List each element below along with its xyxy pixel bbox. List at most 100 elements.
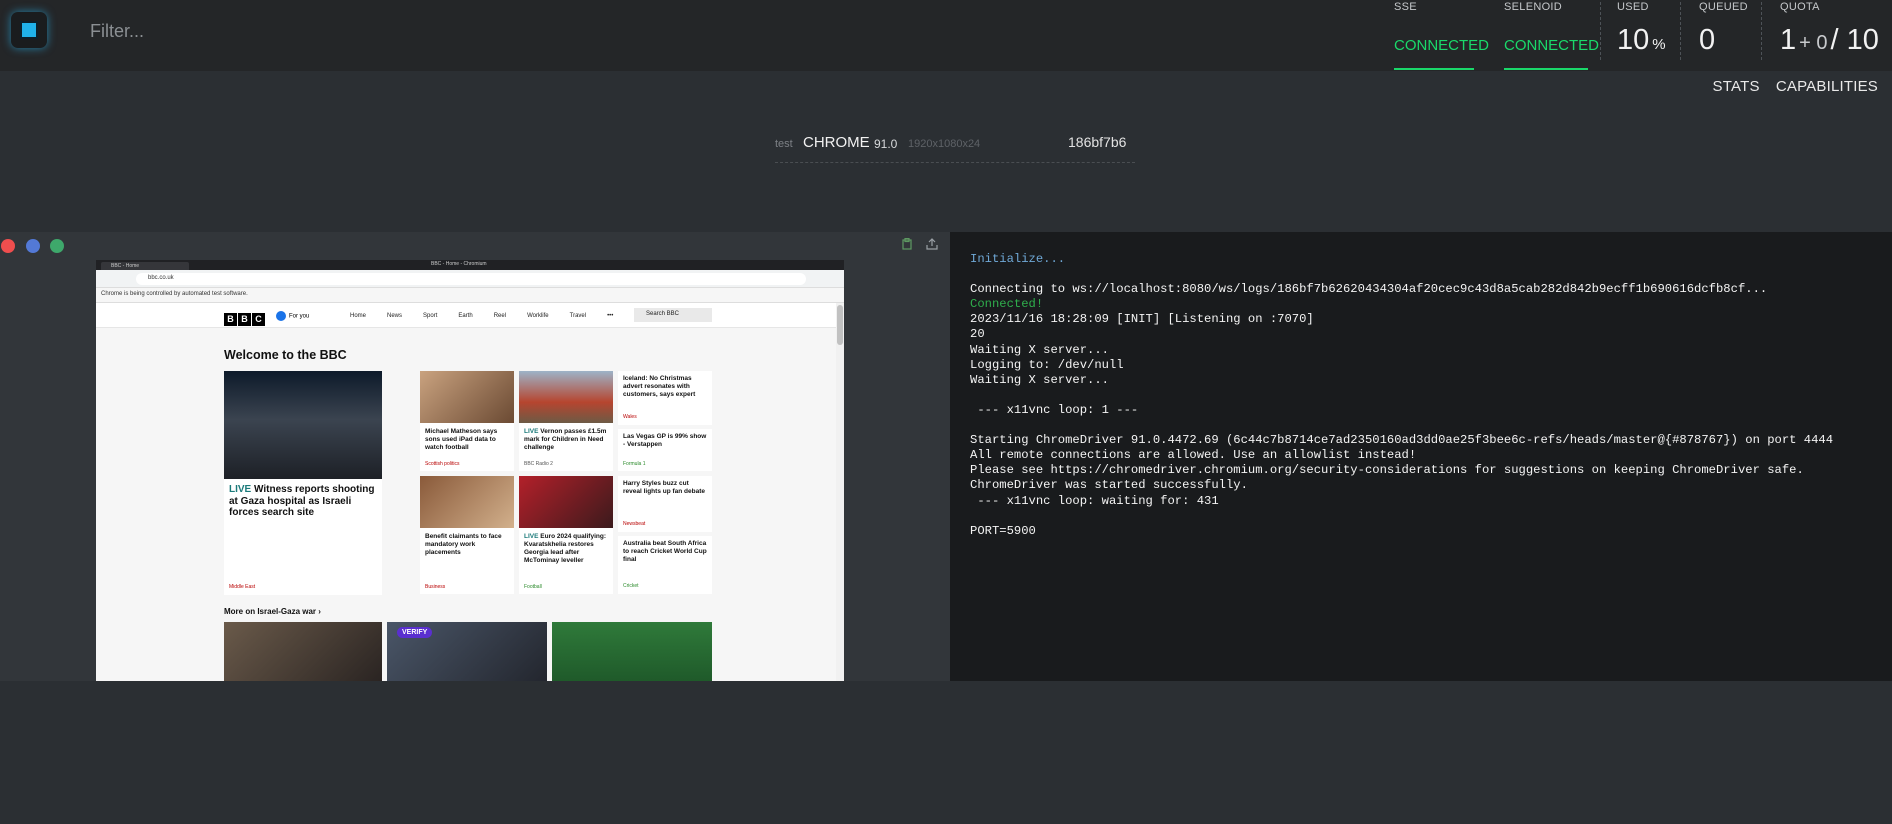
queued-value: 0 (1699, 24, 1716, 56)
sse-underline (1394, 68, 1474, 70)
parliament-card[interactable] (552, 622, 712, 681)
story-image (519, 371, 613, 423)
clipboard-icon[interactable] (902, 237, 912, 253)
log-output: Initialize... Connecting to ws://localho… (970, 252, 1833, 539)
used-unit: % (1652, 36, 1666, 53)
main-story-card[interactable]: LIVE Witness reports shooting at Gaza ho… (224, 371, 382, 595)
log-line: --- x11vnc loop: waiting for: 431 (970, 493, 1219, 508)
for-you-label: For you (289, 313, 310, 320)
browser-urlbar: bbc.co.uk (96, 270, 844, 288)
story-title: Michael Matheson says sons used iPad dat… (425, 428, 498, 451)
story-tag: Football (524, 584, 542, 590)
scrollbar-thumb[interactable] (837, 305, 843, 345)
story-card[interactable]: Michael Matheson says sons used iPad dat… (420, 371, 514, 471)
welcome-heading: Welcome to the BBC (224, 348, 347, 362)
story-tag: Newsbeat (623, 521, 646, 527)
logo-square-icon (20, 21, 38, 39)
quota-current: 1 (1780, 24, 1797, 56)
log-line: Initialize... (970, 252, 1066, 266)
story-tag: Middle East (229, 584, 256, 590)
story-tag: BBC Radio 2 (524, 461, 553, 467)
sub-nav: STATS CAPABILITIES (1701, 78, 1878, 95)
user-icon (276, 311, 286, 321)
close-dot-icon[interactable] (1, 239, 15, 253)
live-badge: LIVE (524, 428, 539, 435)
more-link[interactable]: ••• (607, 313, 613, 319)
quota-label: QUOTA (1780, 1, 1820, 13)
divider (1680, 2, 1681, 60)
story-card[interactable]: Harry Styles buzz cut reveal lights up f… (618, 476, 712, 532)
log-line: Waiting X server... (970, 372, 1109, 387)
nav-link[interactable]: Reel (494, 313, 506, 319)
selenoid-status: SELENOID CONNECTED (1504, 0, 1599, 71)
selenoid-underline (1504, 68, 1588, 70)
sse-value: CONNECTED (1394, 37, 1490, 54)
verify-card[interactable]: VERIFY (387, 622, 547, 681)
nav-link[interactable]: News (387, 313, 402, 319)
used-number: 10 (1617, 24, 1650, 56)
main-story-title: LIVE Witness reports shooting at Gaza ho… (229, 484, 379, 519)
session-browser: CHROME (803, 134, 870, 151)
log-line: Connected! (970, 297, 1044, 312)
filter-input[interactable] (90, 18, 690, 44)
browser-titlebar: BBC - Home BBC - Home - Chromium (96, 260, 844, 270)
story-title: Harry Styles buzz cut reveal lights up f… (623, 480, 705, 495)
log-panel: Initialize... Connecting to ws://localho… (950, 232, 1892, 681)
log-line: --- x11vnc loop: 1 --- (970, 402, 1139, 417)
sse-label: SSE (1394, 1, 1417, 13)
for-you-link[interactable]: For you (276, 311, 309, 321)
story-title: LIVE Vernon passes £1.5m mark for Childr… (524, 428, 610, 452)
log-line: Logging to: /dev/null (970, 357, 1124, 372)
log-line: ChromeDriver was started successfully. (970, 478, 1248, 493)
story-card[interactable]: Benefit claimants to face mandatory work… (420, 476, 514, 594)
stats-link[interactable]: STATS (1713, 78, 1760, 95)
used-label: USED (1617, 1, 1649, 13)
story-card[interactable]: LIVE Euro 2024 qualifying: Kvaratskhelia… (519, 476, 613, 594)
url-text: bbc.co.uk (148, 275, 174, 281)
nav-link[interactable]: Worklife (527, 313, 549, 319)
story-image (420, 371, 514, 423)
log-line: Starting ChromeDriver 91.0.4472.69 (6c44… (970, 433, 1834, 448)
story-title: Las Vegas GP is 99% show - Verstappen (623, 433, 707, 448)
upload-icon[interactable] (926, 238, 938, 253)
bbc-header: BBC For you Home News Sport Earth Reel Workli… (96, 303, 836, 328)
minimize-dot-icon[interactable] (26, 239, 40, 253)
top-bar: SSE CONNECTED SELENOID CONNECTED USED 10… (0, 0, 1892, 71)
selenoid-logo[interactable] (11, 12, 47, 48)
bbc-logo[interactable]: BBC (224, 309, 266, 327)
divider (1761, 2, 1762, 60)
session-info: test CHROME 91.0 1920x1080x24 186bf7b6 (775, 133, 1135, 163)
bbc-search[interactable]: Search BBC (634, 308, 712, 322)
sse-status: SSE CONNECTED (1394, 0, 1489, 71)
quota-value: 1 + 0/ 10 (1780, 24, 1879, 57)
scrollbar[interactable] (836, 303, 844, 681)
session-resolution: 1920x1080x24 (908, 138, 981, 150)
quota-total: / 10 (1830, 24, 1879, 56)
story-card[interactable]: Australia beat South Africa to reach Cri… (618, 536, 712, 594)
more-link[interactable]: More on Israel-Gaza war › (224, 607, 321, 616)
selenoid-value: CONNECTED (1504, 37, 1600, 54)
nav-link[interactable]: Sport (423, 313, 437, 319)
nav-link[interactable]: Travel (570, 313, 586, 319)
story-tag: Cricket (623, 583, 639, 589)
queued-label: QUEUED (1699, 1, 1748, 13)
video-card[interactable] (224, 622, 382, 681)
session-id: 186bf7b6 (1068, 134, 1127, 150)
search-label: Search BBC (646, 311, 680, 317)
session-name: test (775, 138, 793, 150)
url-box[interactable]: bbc.co.uk (136, 273, 806, 285)
window-title: BBC - Home - Chromium (431, 261, 487, 267)
live-badge: LIVE (524, 533, 539, 540)
log-line: Please see https://chromedriver.chromium… (970, 463, 1804, 478)
story-card[interactable]: LIVE Vernon passes £1.5m mark for Childr… (519, 371, 613, 471)
story-card[interactable]: Iceland: No Christmas advert resonates w… (618, 371, 712, 425)
automation-infobar: Chrome is being controlled by automated … (96, 288, 844, 303)
nav-link[interactable]: Earth (458, 313, 472, 319)
story-tag: Business (425, 584, 446, 590)
story-card[interactable]: Las Vegas GP is 99% show - Verstappen Fo… (618, 429, 712, 471)
capabilities-link[interactable]: CAPABILITIES (1776, 78, 1878, 95)
nav-link[interactable]: Home (350, 313, 366, 319)
browser-tab[interactable]: BBC - Home (101, 262, 189, 270)
fullscreen-dot-icon[interactable] (50, 239, 64, 253)
vnc-screen[interactable]: BBC - Home BBC - Home - Chromium bbc.co.… (96, 260, 844, 681)
